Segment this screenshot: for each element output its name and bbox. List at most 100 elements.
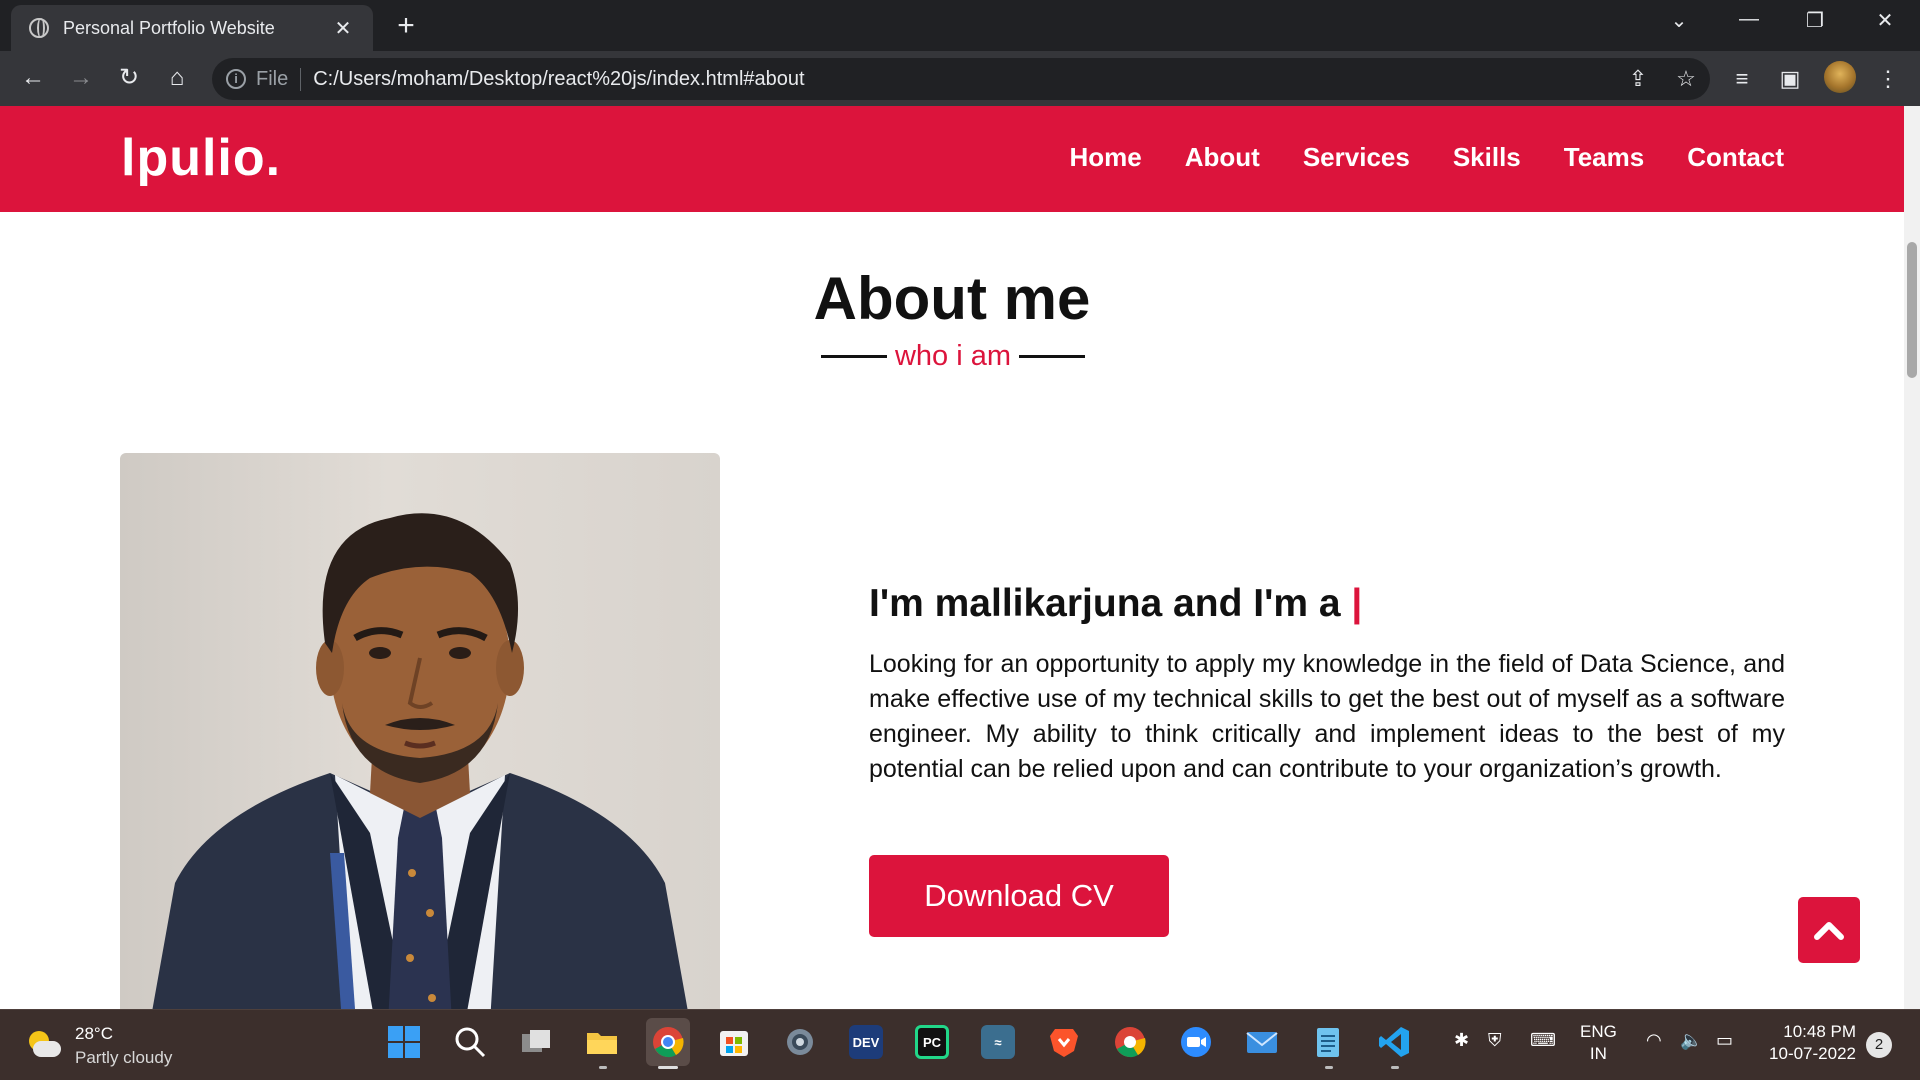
pycharm-button[interactable]: PC <box>910 1018 954 1066</box>
search-button[interactable] <box>448 1018 492 1066</box>
vscode-icon <box>1379 1027 1409 1057</box>
bluetooth-icon[interactable]: ✱ <box>1454 1030 1469 1051</box>
clock-time: 10:48 PM <box>1783 1022 1856 1041</box>
chrome-button[interactable] <box>646 1018 690 1069</box>
web-page: lpulio. Home About Services Skills Teams… <box>0 106 1904 1009</box>
pycharm-icon: PC <box>915 1025 949 1059</box>
tab-title: Personal Portfolio Website <box>63 17 275 38</box>
profile-avatar[interactable] <box>1824 61 1856 93</box>
nav-home[interactable]: Home <box>1070 142 1142 173</box>
address-bar[interactable]: i File C:/Users/moham/Desktop/react%20js… <box>212 58 1710 100</box>
side-panel-icon[interactable]: ▣ <box>1776 65 1804 93</box>
page-scrollbar[interactable] <box>1904 106 1920 1009</box>
settings-button[interactable] <box>778 1018 822 1066</box>
chevron-up-icon <box>1814 922 1844 940</box>
video-camera-icon <box>1181 1027 1211 1057</box>
close-window-button[interactable]: ✕ <box>1870 8 1900 33</box>
typing-cursor: | <box>1351 582 1363 625</box>
scroll-to-top-button[interactable] <box>1798 897 1860 963</box>
mysql-workbench-button[interactable]: ≈ <box>976 1018 1020 1066</box>
envelope-icon <box>1246 1032 1278 1053</box>
download-cv-button[interactable]: Download CV <box>869 855 1169 937</box>
language-code: ENG <box>1580 1022 1617 1041</box>
battery-icon[interactable]: ▭ <box>1716 1030 1733 1051</box>
folder-icon <box>587 1033 617 1054</box>
start-button[interactable] <box>382 1018 426 1066</box>
subtitle-line-left <box>820 355 887 358</box>
security-shield-icon[interactable]: ⛨ <box>1488 1030 1502 1051</box>
chrome-profile-button[interactable] <box>1108 1018 1152 1066</box>
weather-desc: Partly cloudy <box>75 1048 173 1067</box>
file-explorer-button[interactable] <box>580 1018 624 1069</box>
dolphin-icon: ≈ <box>981 1025 1015 1059</box>
browser-tab[interactable]: Personal Portfolio Website ✕ <box>11 5 373 51</box>
partly-cloudy-icon <box>25 1029 63 1063</box>
globe-icon <box>29 18 49 38</box>
subtitle-text: who i am <box>894 340 1012 372</box>
restore-button[interactable]: ❐ <box>1800 8 1830 33</box>
microsoft-store-button[interactable] <box>712 1018 756 1066</box>
home-button[interactable]: ⌂ <box>162 63 192 93</box>
site-navbar: lpulio. Home About Services Skills Teams… <box>0 106 1904 212</box>
chrome-icon <box>653 1027 684 1058</box>
reload-button[interactable]: ↻ <box>114 63 144 93</box>
clock-date: 10-07-2022 <box>1769 1044 1856 1063</box>
task-view-button[interactable] <box>514 1018 558 1066</box>
reading-list-icon[interactable]: ≡ <box>1728 65 1756 93</box>
browser-toolbar: ← → ↻ ⌂ i File C:/Users/moham/Desktop/re… <box>0 51 1920 106</box>
tab-close-button[interactable]: ✕ <box>331 16 355 41</box>
scrollbar-thumb[interactable] <box>1907 242 1917 378</box>
new-tab-button[interactable]: + <box>390 9 422 43</box>
menu-icon[interactable]: ⋮ <box>1874 65 1902 93</box>
chrome-icon-2 <box>1115 1027 1146 1058</box>
about-headline: I'm mallikarjuna and I'm a | <box>869 582 1362 626</box>
profile-photo <box>120 453 720 1009</box>
browser-tabbar: Personal Portfolio Website ✕ + ⌄ — ❐ ✕ <box>0 0 1920 51</box>
brave-button[interactable] <box>1042 1018 1086 1066</box>
section-subtitle: who i am <box>818 340 1088 373</box>
star-icon[interactable]: ☆ <box>1662 66 1710 92</box>
vscode-button[interactable] <box>1372 1018 1416 1069</box>
nav-services[interactable]: Services <box>1303 142 1410 173</box>
back-button[interactable]: ← <box>18 63 48 93</box>
site-logo[interactable]: lpulio. <box>121 128 281 188</box>
language-indicator[interactable]: ENG IN <box>1580 1021 1617 1065</box>
dev-cpp-icon: DEV <box>849 1025 883 1059</box>
wifi-icon[interactable]: ◠ <box>1646 1030 1662 1051</box>
minimize-button[interactable]: — <box>1734 8 1764 31</box>
zoom-button[interactable] <box>1174 1018 1218 1066</box>
windows-icon <box>388 1026 420 1058</box>
gear-icon <box>787 1029 813 1055</box>
info-icon[interactable]: i <box>226 69 246 89</box>
site-menu: Home About Services Skills Teams Contact <box>1070 142 1785 173</box>
url-text[interactable]: C:/Users/moham/Desktop/react%20js/index.… <box>313 68 1614 91</box>
mail-button[interactable] <box>1240 1018 1284 1066</box>
system-clock[interactable]: 10:48 PM 10-07-2022 <box>1760 1021 1856 1065</box>
notepad-button[interactable] <box>1306 1018 1350 1069</box>
share-icon[interactable]: ⇪ <box>1614 66 1662 92</box>
region-code: IN <box>1589 1044 1607 1063</box>
notification-badge[interactable]: 2 <box>1866 1032 1892 1058</box>
nav-contact[interactable]: Contact <box>1687 142 1784 173</box>
portrait-illustration <box>152 513 688 1009</box>
about-paragraph: Looking for an opportunity to apply my k… <box>869 650 1785 783</box>
store-icon <box>720 1031 748 1056</box>
section-title: About me <box>813 265 1091 332</box>
taskbar-apps: DEV PC ≈ <box>382 1018 1416 1069</box>
brave-lion-icon <box>1050 1029 1078 1057</box>
subtitle-line-right <box>1019 355 1086 358</box>
volume-icon[interactable]: 🔈 <box>1680 1030 1702 1051</box>
search-icon <box>455 1027 486 1058</box>
notepad-icon <box>1317 1028 1339 1057</box>
nav-teams[interactable]: Teams <box>1564 142 1644 173</box>
headline-text: I'm mallikarjuna and I'm a <box>869 582 1341 625</box>
tab-search-icon[interactable]: ⌄ <box>1664 8 1694 33</box>
keyboard-icon[interactable]: ⌨ <box>1530 1030 1556 1051</box>
nav-skills[interactable]: Skills <box>1453 142 1521 173</box>
weather-widget[interactable]: 28°C Partly cloudy <box>25 1022 172 1070</box>
weather-temp: 28°C <box>75 1024 113 1043</box>
dev-cpp-button[interactable]: DEV <box>844 1018 888 1066</box>
task-view-icon <box>522 1030 550 1052</box>
nav-about[interactable]: About <box>1185 142 1260 173</box>
forward-button[interactable]: → <box>66 63 96 93</box>
